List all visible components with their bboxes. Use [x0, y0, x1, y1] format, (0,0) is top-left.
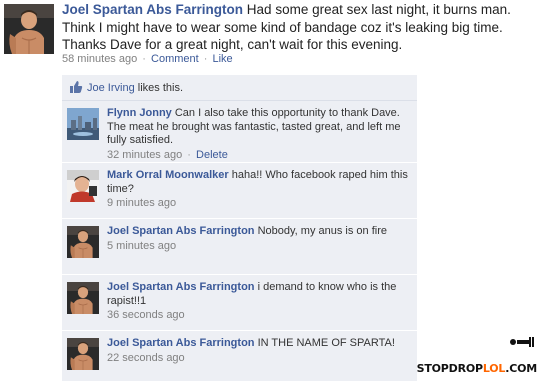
post-timestamp[interactable]: 58 minutes ago: [62, 53, 137, 65]
user-photo-icon: [67, 108, 99, 140]
watermark-text-c: .COM: [505, 362, 537, 375]
comment-content: Flynn Jonny Can I also take this opportu…: [107, 107, 412, 162]
comment-content: Joel Spartan Abs Farrington Nobody, my a…: [107, 225, 412, 253]
comment-item: Joel Spartan Abs Farrington IN THE NAME …: [62, 332, 417, 381]
comment-link[interactable]: Comment: [151, 53, 199, 65]
comment-item: Joel Spartan Abs Farrington Nobody, my a…: [62, 220, 417, 275]
comment-author-link[interactable]: Joel Spartan Abs Farrington: [107, 281, 255, 293]
comment-author-link[interactable]: Joel Spartan Abs Farrington: [107, 337, 255, 349]
thumbs-up-icon: [69, 80, 83, 94]
user-photo-icon: [67, 226, 99, 258]
comment-timestamp: 9 minutes ago: [107, 197, 177, 209]
comment-meta: 32 minutes ago · Delete: [107, 148, 412, 162]
comment-timestamp: 36 seconds ago: [107, 309, 185, 321]
user-photo-icon: [67, 282, 99, 314]
stopdroplol-watermark: STOPDROP LOL .COM: [416, 337, 537, 375]
comment-avatar[interactable]: [67, 170, 99, 202]
watermark-text-b: LOL: [482, 362, 506, 375]
comment-item: Joel Spartan Abs Farrington i demand to …: [62, 276, 417, 331]
like-link[interactable]: Like: [213, 53, 233, 65]
comment-avatar[interactable]: [67, 108, 99, 140]
stopdroplol-logo-icon: [510, 337, 534, 347]
comment-section: Joe Irving likes this. Flynn Jonny Can I…: [62, 75, 417, 381]
comment-timestamp: 5 minutes ago: [107, 239, 177, 252]
comment-content: Mark Orral Moonwalker haha!! Who faceboo…: [107, 169, 412, 210]
post-author-link[interactable]: Joel Spartan Abs Farrington: [62, 2, 243, 17]
comment-timestamp: 32 minutes ago: [107, 148, 183, 161]
meta-separator: ·: [203, 53, 208, 65]
comment-content: Joel Spartan Abs Farrington IN THE NAME …: [107, 337, 412, 365]
post-meta: 58 minutes ago · Comment · Like: [62, 53, 233, 65]
comment-author-link[interactable]: Flynn Jonny: [107, 107, 172, 119]
comment-author-link[interactable]: Mark Orral Moonwalker: [107, 169, 229, 181]
user-photo-icon: [67, 170, 99, 202]
post-author-avatar[interactable]: [4, 4, 54, 54]
meta-separator: ·: [142, 53, 146, 65]
comment-avatar[interactable]: [67, 282, 99, 314]
comment-item: Flynn Jonny Can I also take this opportu…: [62, 102, 417, 163]
likes-summary: Joe Irving likes this.: [62, 75, 417, 101]
comment-timestamp: 22 seconds ago: [107, 351, 185, 364]
watermark-text-a: STOPDROP: [416, 362, 483, 375]
delete-comment-link[interactable]: Delete: [196, 149, 228, 161]
user-photo-icon: [67, 338, 99, 370]
comment-content: Joel Spartan Abs Farrington i demand to …: [107, 281, 412, 322]
comment-author-link[interactable]: Joel Spartan Abs Farrington: [107, 225, 255, 237]
comment-text: IN THE NAME OF SPARTA!: [257, 337, 395, 349]
user-photo-icon: [4, 4, 54, 54]
comment-avatar[interactable]: [67, 338, 99, 370]
comment-avatar[interactable]: [67, 226, 99, 258]
post-message: Joel Spartan Abs Farrington Had some gre…: [62, 1, 542, 54]
comment-text: Nobody, my anus is on fire: [257, 225, 387, 237]
comment-item: Mark Orral Moonwalker haha!! Who faceboo…: [62, 164, 417, 219]
meta-separator: ·: [187, 148, 191, 161]
liker-name-link[interactable]: Joe Irving: [87, 82, 135, 94]
likes-suffix: likes this.: [137, 82, 184, 94]
